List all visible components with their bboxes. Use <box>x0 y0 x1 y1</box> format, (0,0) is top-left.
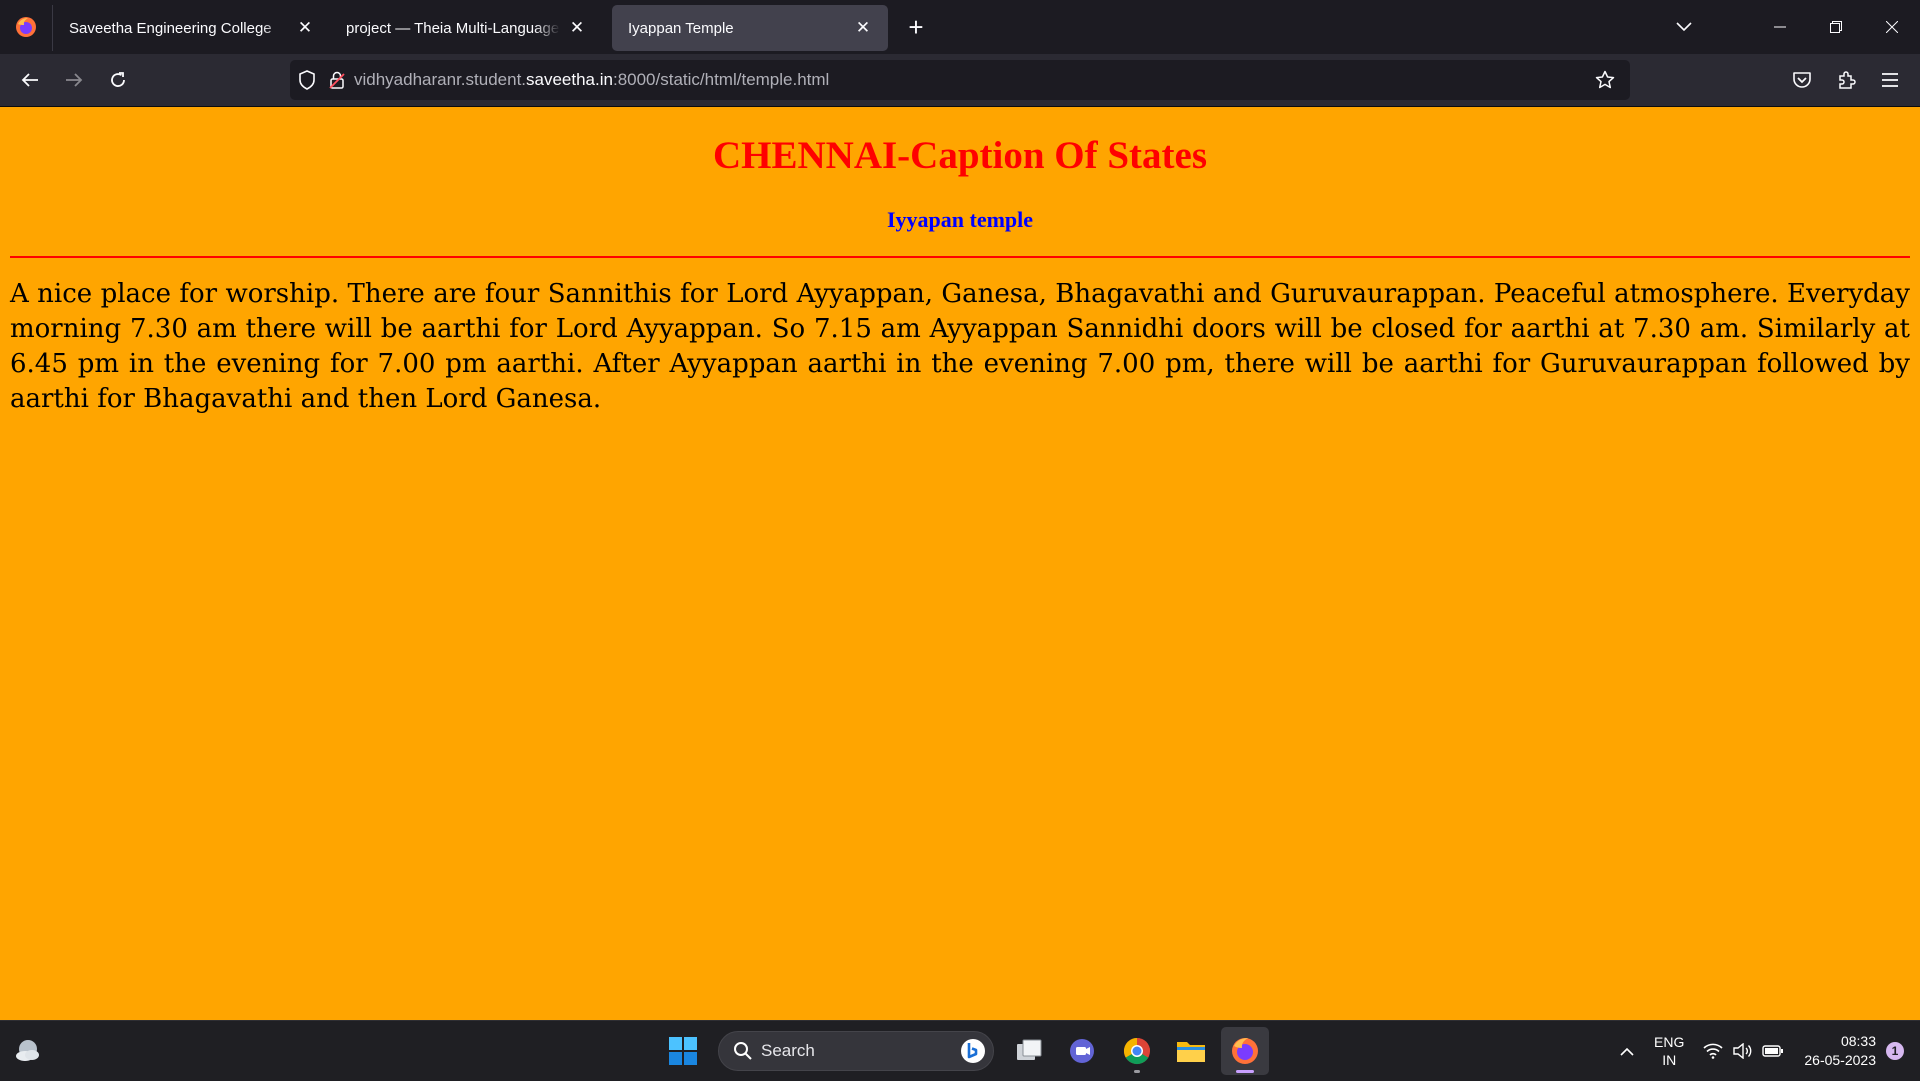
horizontal-rule <box>10 256 1910 258</box>
url-host: saveetha.in <box>526 70 613 89</box>
tab-theia-project[interactable]: project — Theia Multi-Language Ex ✕ <box>330 5 602 51</box>
close-tab-icon[interactable]: ✕ <box>294 17 316 39</box>
address-bar[interactable]: vidhyadharanr.student.saveetha.in:8000/s… <box>290 60 1630 100</box>
search-label: Search <box>761 1041 815 1060</box>
file-explorer-icon[interactable] <box>1167 1027 1215 1075</box>
close-window-icon[interactable] <box>1864 0 1920 54</box>
taskbar-apps: Search <box>656 1025 1272 1077</box>
taskbar-search-box[interactable]: Search <box>718 1031 994 1071</box>
battery-icon[interactable] <box>1758 1031 1788 1071</box>
close-tab-icon[interactable]: ✕ <box>566 17 588 39</box>
page-viewport: CHENNAI-Caption Of States Iyyapan temple… <box>0 107 1920 1020</box>
tab-saveetha[interactable]: Saveetha Engineering College ✕ <box>52 5 330 51</box>
notification-badge[interactable]: 1 <box>1886 1042 1904 1060</box>
tab-bar: Saveetha Engineering College ✕ project —… <box>0 0 1920 54</box>
close-tab-icon[interactable]: ✕ <box>852 17 874 39</box>
hamburger-menu-icon[interactable] <box>1868 60 1912 100</box>
url-path: :8000/static/html/temple.html <box>612 70 830 89</box>
tab-iyappan-temple[interactable]: Iyappan Temple ✕ <box>612 5 888 51</box>
url-prefix: vidhyadharanr.student. <box>354 70 527 89</box>
clock-time: 08:33 <box>1840 1033 1876 1049</box>
search-icon <box>733 1041 753 1061</box>
windows-taskbar: Search ENG IN 08:33 26-05-2023 1 <box>0 1020 1920 1081</box>
list-all-tabs-icon[interactable] <box>1656 0 1712 54</box>
bookmark-star-icon[interactable] <box>1588 60 1622 100</box>
language-code: ENG <box>1654 1034 1685 1050</box>
pocket-icon[interactable] <box>1780 60 1824 100</box>
task-view-icon[interactable] <box>1005 1027 1053 1075</box>
language-region: IN <box>1662 1052 1677 1068</box>
page-title: CHENNAI-Caption Of States <box>712 134 1207 177</box>
wifi-icon[interactable] <box>1698 1031 1728 1071</box>
input-language-indicator[interactable]: ENG IN <box>1654 1033 1684 1069</box>
running-indicator <box>1236 1070 1254 1073</box>
page-subtitle: Iyyapan temple <box>886 207 1034 232</box>
running-indicator <box>1134 1070 1140 1073</box>
start-icon[interactable] <box>659 1027 707 1075</box>
volume-icon[interactable] <box>1728 1031 1758 1071</box>
forward-arrow-icon[interactable] <box>52 60 96 100</box>
minimize-window-icon[interactable] <box>1752 0 1808 54</box>
back-arrow-icon[interactable] <box>8 60 52 100</box>
tab-label: Iyappan Temple <box>628 19 734 37</box>
tab-label: project — Theia Multi-Language Ex <box>346 19 560 37</box>
bing-icon[interactable] <box>959 1037 987 1065</box>
teams-chat-icon[interactable] <box>1059 1027 1107 1075</box>
weather-widget-icon[interactable] <box>12 1035 44 1067</box>
tab-label: Saveetha Engineering College <box>69 19 272 37</box>
body-paragraph: A nice place for worship. There are four… <box>10 279 1910 414</box>
insecure-lock-icon[interactable] <box>324 60 350 100</box>
extensions-puzzle-icon[interactable] <box>1824 60 1868 100</box>
firefox-icon[interactable] <box>1221 1027 1269 1075</box>
show-hidden-icons-chevron-icon[interactable] <box>1612 1031 1642 1071</box>
navigation-toolbar: vidhyadharanr.student.saveetha.in:8000/s… <box>0 54 1920 107</box>
reload-icon[interactable] <box>96 60 140 100</box>
clock-date: 26-05-2023 <box>1804 1052 1876 1068</box>
firefox-menu-icon[interactable] <box>0 0 52 54</box>
restore-window-icon[interactable] <box>1808 0 1864 54</box>
url-text[interactable]: vidhyadharanr.student.saveetha.in:8000/s… <box>354 70 829 90</box>
clock[interactable]: 08:33 26-05-2023 <box>1804 1032 1876 1070</box>
new-tab-button[interactable]: + <box>896 7 936 47</box>
system-tray: ENG IN 08:33 26-05-2023 1 <box>1612 1021 1920 1081</box>
tracking-protection-shield-icon[interactable] <box>290 60 324 100</box>
chrome-icon[interactable] <box>1113 1027 1161 1075</box>
